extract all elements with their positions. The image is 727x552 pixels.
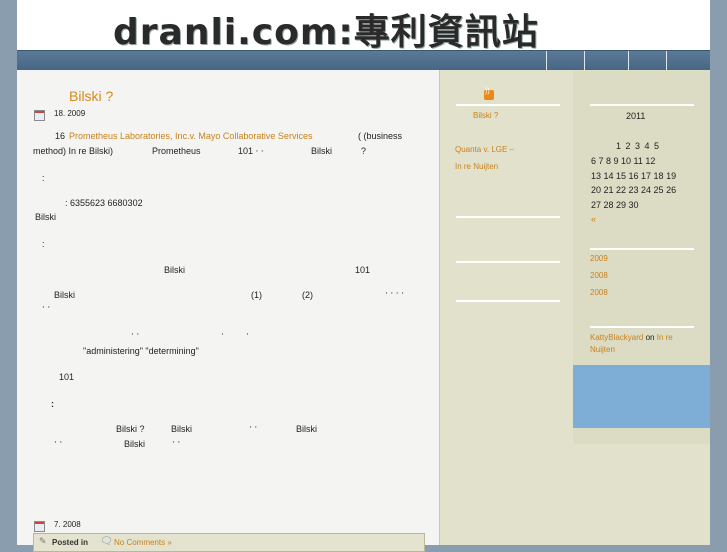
rss-icon[interactable]	[484, 88, 494, 100]
post-text: Bilski	[35, 212, 57, 222]
nav-separator	[628, 51, 629, 70]
post-text: 101 ‧ ‧	[238, 146, 264, 156]
post-text: Bilski	[296, 424, 318, 434]
archive-link[interactable]: 2009	[590, 254, 608, 263]
divider	[456, 261, 560, 263]
calendar-row: 20 21 22 23 24 25 26	[591, 185, 677, 195]
nav-bar	[17, 51, 710, 70]
archive-link[interactable]: 2008	[590, 288, 608, 297]
post-meta-bar: ✎ Posted in 🗨 No Comments »	[33, 533, 425, 552]
post-text: ‧	[246, 329, 249, 339]
post-text: 101	[59, 372, 75, 382]
main-content: Bilski ? 18. 2009 16 Prometheus Laborato…	[17, 70, 440, 552]
post-text: Prometheus	[152, 146, 201, 156]
comment-author-link[interactable]: KattyBlackyard	[590, 333, 643, 342]
sidebar-link[interactable]: Quanta v. LGE –	[455, 145, 514, 154]
post-text: 101	[355, 265, 371, 275]
divider	[590, 248, 694, 250]
tag-icon: ✎	[39, 536, 47, 546]
sidebar-recent-posts: Bilski ? Quanta v. LGE – In re Nuijten	[440, 70, 573, 545]
nav-separator	[584, 51, 585, 70]
sidebar-link[interactable]: Bilski ?	[473, 111, 498, 120]
post-text: ‧	[221, 329, 224, 339]
post-date: 7. 2008	[54, 520, 81, 529]
case-link[interactable]: Prometheus Laboratories, Inc.v. Mayo Col…	[69, 131, 312, 141]
post-text: Bilski	[171, 424, 193, 434]
post-date: 18. 2009	[54, 109, 86, 118]
post-title[interactable]: Bilski ?	[69, 88, 113, 104]
post-text: :	[51, 399, 54, 409]
post-text: (2)	[302, 290, 313, 300]
divider	[456, 216, 560, 218]
divider	[590, 104, 694, 106]
sidebar-footer	[573, 444, 710, 545]
post-text: "administering" "determining"	[83, 346, 199, 356]
post-text: method) In re Bilski)	[33, 146, 114, 156]
divider	[456, 104, 560, 106]
post-text: ?	[361, 146, 367, 156]
nav-separator	[666, 51, 667, 70]
post-text: Bilski	[124, 439, 146, 449]
calendar-prev-link[interactable]: «	[591, 214, 596, 224]
comments-link[interactable]: No Comments »	[114, 538, 172, 547]
nav-separator	[546, 51, 547, 70]
archive-link[interactable]: 2008	[590, 271, 608, 280]
post-text: ‧ ‧	[42, 302, 51, 312]
posted-in-label: Posted in	[52, 538, 89, 547]
post-text: ‧ ‧	[131, 329, 140, 339]
post-text: :	[42, 239, 45, 249]
post-text: :	[42, 173, 45, 183]
post-text: ‧ ‧ ‧ ‧	[385, 288, 404, 298]
widget-box	[573, 365, 710, 428]
calendar-icon	[34, 521, 45, 532]
post-text: (1)	[251, 290, 262, 300]
comment-icon: 🗨	[100, 536, 113, 547]
divider	[456, 300, 560, 302]
calendar-year: 2011	[626, 111, 646, 121]
post-text: ‧ ‧	[54, 437, 63, 447]
divider	[590, 326, 694, 328]
post-text: ‧ ‧	[172, 437, 181, 447]
calendar-icon	[34, 110, 45, 121]
post-text: ‧ ‧	[249, 422, 258, 432]
post-text: Bilski	[164, 265, 186, 275]
calendar-row: 6 7 8 9 10 11 12	[591, 156, 656, 166]
sidebar-link[interactable]: In re Nuijten	[455, 162, 498, 171]
calendar-row: 1 2 3 4 5	[616, 141, 660, 151]
recent-comment: KattyBlackyard on In re Nuijten	[590, 332, 685, 356]
site-logo[interactable]: dranli.com:專利資訊站	[113, 3, 539, 55]
site-header: dranli.com:專利資訊站	[17, 0, 710, 53]
post-text: 16	[55, 131, 66, 141]
post-text: ( (business	[358, 131, 403, 141]
page-container: dranli.com:專利資訊站 Bilski ? 18. 2009 16 Pr…	[17, 0, 710, 552]
post-text: Bilski	[311, 146, 333, 156]
calendar-row: 27 28 29 30	[591, 200, 639, 210]
post-text: Bilski	[54, 290, 76, 300]
comment-on-label: on	[645, 333, 655, 342]
post-text: Bilski ?	[116, 424, 145, 434]
calendar-row: 13 14 15 16 17 18 19	[591, 171, 677, 181]
patent-numbers: : 6355623 6680302	[65, 198, 143, 208]
